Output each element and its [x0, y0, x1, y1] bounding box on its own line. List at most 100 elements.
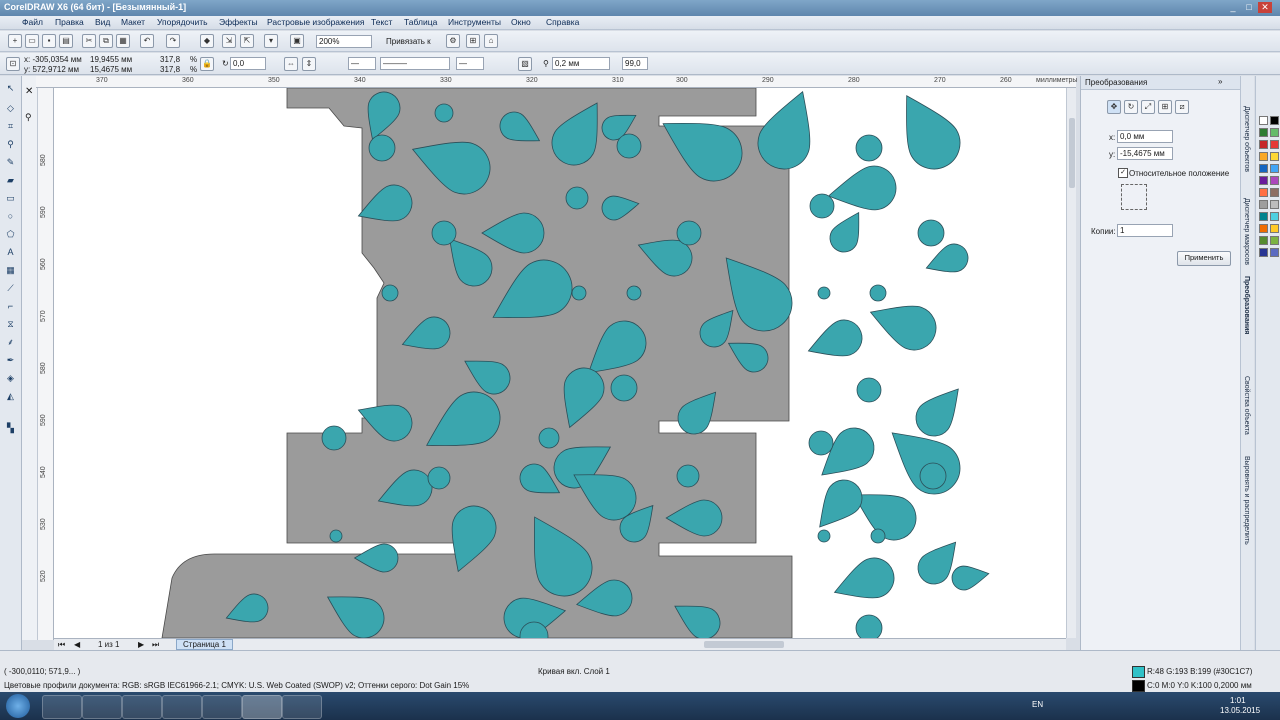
tab-object-properties[interactable]: Свойства объекта — [1243, 376, 1250, 435]
x-field[interactable]: 0,0 мм — [1117, 130, 1173, 143]
teal-drop[interactable] — [884, 88, 969, 179]
rectangle-tool-icon[interactable]: ▭ — [4, 192, 17, 205]
palette-swatch[interactable] — [1259, 116, 1268, 125]
next-page-icon[interactable]: ▶ — [138, 640, 144, 649]
lock-ratio-icon[interactable]: 🔒 — [200, 57, 214, 71]
teal-drop[interactable] — [825, 163, 900, 218]
teal-dot[interactable] — [817, 529, 831, 543]
zoom-tool-icon[interactable]: ⚲ — [4, 138, 17, 151]
teal-dot[interactable] — [616, 133, 642, 159]
app-icon[interactable] — [282, 695, 322, 719]
anchor-grid[interactable] — [1121, 184, 1147, 210]
copy-icon[interactable]: ⧉ — [99, 34, 113, 48]
more-tools-icon[interactable]: ▚ — [4, 422, 17, 435]
teal-dot[interactable] — [676, 220, 702, 246]
menu-tools[interactable]: Инструменты — [448, 17, 501, 27]
paste-icon[interactable]: ▦ — [116, 34, 130, 48]
menu-bitmaps[interactable]: Растровые изображения — [267, 17, 364, 27]
scale-h[interactable]: 317,8 — [160, 65, 180, 74]
palette-swatch[interactable] — [1270, 116, 1279, 125]
skew-transform-icon[interactable]: ⧄ — [1175, 100, 1189, 114]
outline-width-field[interactable]: 0,2 мм — [552, 57, 610, 70]
palette-swatch[interactable] — [1270, 176, 1279, 185]
fill-swatch[interactable] — [1132, 666, 1145, 678]
mirror-h-icon[interactable]: ⇔ — [284, 57, 298, 71]
teal-drop[interactable] — [863, 292, 942, 357]
illustrator-icon[interactable] — [122, 695, 162, 719]
palette-swatch[interactable] — [1270, 200, 1279, 209]
tab-macro-manager[interactable]: Диспетчер макросов — [1243, 198, 1250, 265]
teal-dot[interactable] — [368, 134, 396, 162]
explorer-icon[interactable] — [42, 695, 82, 719]
menu-file[interactable]: Файл — [22, 17, 43, 27]
teal-dot[interactable] — [817, 286, 831, 300]
rotate-transform-icon[interactable]: ↻ — [1124, 100, 1138, 114]
teal-dot[interactable] — [919, 462, 947, 490]
teal-dot[interactable] — [856, 377, 882, 403]
mail-icon[interactable] — [162, 695, 202, 719]
snap-to-dropdown[interactable]: Привязать к — [386, 37, 431, 46]
minimize-button[interactable]: _ — [1226, 2, 1240, 13]
teal-dot[interactable] — [321, 425, 347, 451]
menu-view[interactable]: Вид — [95, 17, 110, 27]
palette-swatch[interactable] — [1259, 128, 1268, 137]
palette-swatch[interactable] — [1270, 164, 1279, 173]
teal-dot[interactable] — [381, 284, 399, 302]
palette-swatch[interactable] — [1259, 200, 1268, 209]
tab-transformations[interactable]: Преобразования — [1243, 276, 1250, 334]
close-tool-icon[interactable]: ✕ — [25, 86, 33, 97]
palette-swatch[interactable] — [1259, 248, 1268, 257]
ellipse-tool-icon[interactable]: ○ — [4, 210, 17, 223]
docker-expand-icon[interactable]: » — [1218, 77, 1222, 86]
teal-dot[interactable] — [431, 220, 457, 246]
palette-swatch[interactable] — [1270, 236, 1279, 245]
palette-swatch[interactable] — [1259, 212, 1268, 221]
line-start-select[interactable]: — — [348, 57, 376, 70]
object-origin-icon[interactable]: ⊡ — [6, 57, 20, 71]
table-tool-icon[interactable]: ▦ — [4, 264, 17, 277]
options-icon[interactable]: ⚙ — [446, 34, 460, 48]
interactive-fill-icon[interactable]: ◭ — [4, 390, 17, 403]
connector-tool-icon[interactable]: ⌐ — [4, 300, 17, 313]
teal-drop[interactable] — [828, 552, 900, 611]
teal-drop[interactable] — [806, 473, 869, 539]
teal-dot[interactable] — [808, 430, 834, 456]
yandex-browser-icon[interactable] — [82, 695, 122, 719]
import-icon[interactable]: ⇲ — [222, 34, 236, 48]
shape-tool-icon[interactable]: ◇ — [4, 102, 17, 115]
palette-swatch[interactable] — [1259, 152, 1268, 161]
open-icon[interactable]: ▭ — [25, 34, 39, 48]
pos-x[interactable]: x: -305,0354 мм — [24, 55, 82, 64]
teal-dot[interactable] — [869, 284, 887, 302]
palette-swatch[interactable] — [1259, 140, 1268, 149]
menu-effects[interactable]: Эффекты — [219, 17, 258, 27]
angle-field[interactable]: 0,0 — [230, 57, 266, 70]
color-profiles[interactable]: Цветовые профили документа: RGB: sRGB IE… — [4, 681, 469, 690]
palette-swatch[interactable] — [1270, 248, 1279, 257]
outline-swatch[interactable] — [1132, 680, 1145, 692]
teal-dot[interactable] — [809, 193, 835, 219]
teal-drop[interactable] — [802, 315, 867, 368]
close-button[interactable]: ✕ — [1258, 2, 1272, 13]
language-indicator[interactable]: EN — [1032, 700, 1043, 709]
mirror-v-icon[interactable]: ⇕ — [302, 57, 316, 71]
teal-drop[interactable] — [909, 377, 972, 443]
scroll-thumb[interactable] — [1069, 118, 1075, 188]
dimension-tool-icon[interactable]: ⟋ — [4, 282, 17, 295]
size-w[interactable]: 19,9455 мм — [90, 55, 132, 64]
pos-y[interactable]: y: 572,9712 мм — [24, 65, 79, 74]
palette-swatch[interactable] — [1270, 212, 1279, 221]
prev-page-icon[interactable]: ◀ — [74, 640, 80, 649]
maximize-button[interactable]: □ — [1242, 2, 1256, 13]
menu-help[interactable]: Справка — [546, 17, 579, 27]
export-icon[interactable]: ⇱ — [240, 34, 254, 48]
size-transform-icon[interactable]: ⊞ — [1158, 100, 1172, 114]
y-field[interactable]: -15,4675 мм — [1117, 147, 1173, 160]
menu-arrange[interactable]: Упорядочить — [157, 17, 208, 27]
line-style-select[interactable]: ——— — [380, 57, 450, 70]
app-launcher-icon[interactable]: ⊞ — [466, 34, 480, 48]
palette-swatch[interactable] — [1270, 152, 1279, 161]
search-content-icon[interactable]: ◆ — [200, 34, 214, 48]
teal-dot[interactable] — [610, 374, 638, 402]
palette-swatch[interactable] — [1270, 140, 1279, 149]
